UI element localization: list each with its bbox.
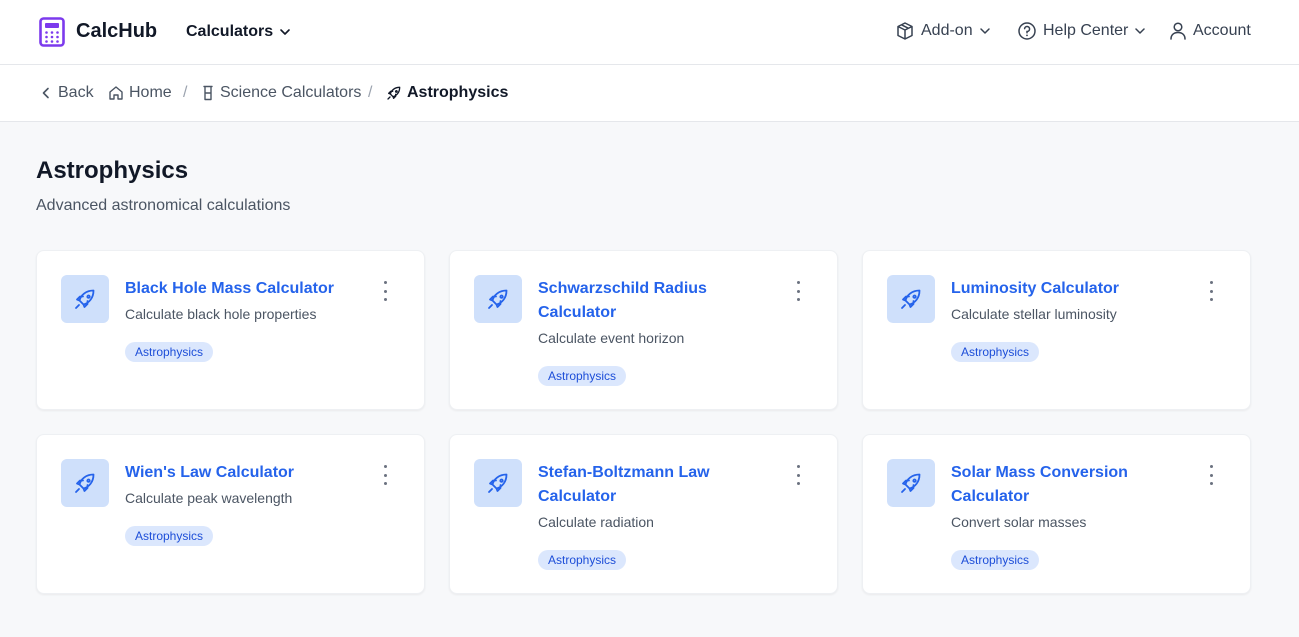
calculator-card[interactable]: Stefan-Boltzmann Law Calculator Calculat… <box>449 434 838 594</box>
rocket-icon <box>387 86 401 100</box>
category-tag: Astrophysics <box>125 342 214 362</box>
chevron-down-icon <box>979 28 990 34</box>
category-tag: Astrophysics <box>951 550 1040 570</box>
category-tag: Astrophysics <box>951 342 1040 362</box>
breadcrumb-home[interactable]: Home <box>108 84 172 102</box>
more-vertical-icon[interactable] <box>1205 281 1217 301</box>
chevron-down-icon <box>1135 28 1146 34</box>
account-menu[interactable]: Account <box>1169 21 1251 41</box>
card-title[interactable]: Schwarzschild Radius Calculator <box>538 277 758 325</box>
breadcrumb-current: Astrophysics <box>386 84 508 102</box>
breadcrumb-science[interactable]: Science Calculators <box>201 84 361 102</box>
chevron-left-icon <box>42 87 49 99</box>
breadcrumb-separator: / <box>183 84 188 101</box>
more-vertical-icon[interactable] <box>379 281 391 301</box>
help-center-label: Help Center <box>1043 22 1129 39</box>
back-label: Back <box>58 84 94 101</box>
calculator-card[interactable]: Black Hole Mass Calculator Calculate bla… <box>36 250 425 410</box>
rocket-icon <box>474 459 522 507</box>
card-title[interactable]: Luminosity Calculator <box>951 277 1171 301</box>
rocket-icon <box>61 275 109 323</box>
page-subtitle: Advanced astronomical calculations <box>36 197 291 214</box>
more-vertical-icon[interactable] <box>379 465 391 485</box>
help-center-menu[interactable]: Help Center <box>1017 21 1146 41</box>
calculators-menu[interactable]: Calculators <box>186 23 291 41</box>
card-description: Calculate stellar luminosity <box>951 306 1117 322</box>
category-tag: Astrophysics <box>125 526 214 546</box>
page-title: Astrophysics <box>36 157 189 184</box>
card-description: Calculate black hole properties <box>125 306 317 322</box>
calculator-card[interactable]: Wien's Law Calculator Calculate peak wav… <box>36 434 425 594</box>
card-title[interactable]: Stefan-Boltzmann Law Calculator <box>538 461 758 509</box>
card-description: Convert solar masses <box>951 514 1087 530</box>
more-vertical-icon[interactable] <box>1205 465 1217 485</box>
more-vertical-icon[interactable] <box>792 281 804 301</box>
card-description: Calculate event horizon <box>538 330 685 346</box>
category-tag: Astrophysics <box>538 366 627 386</box>
breadcrumb-current-label: Astrophysics <box>407 84 509 101</box>
card-title[interactable]: Black Hole Mass Calculator <box>125 277 345 301</box>
more-vertical-icon[interactable] <box>792 465 804 485</box>
rocket-icon <box>887 275 935 323</box>
breadcrumb: Back Home / Science Calculators / Astrop… <box>0 65 1299 122</box>
rocket-icon <box>61 459 109 507</box>
home-icon <box>109 86 123 100</box>
card-title[interactable]: Wien's Law Calculator <box>125 461 345 485</box>
chevron-down-icon <box>280 29 290 35</box>
addon-menu-label: Add-on <box>921 22 973 39</box>
user-icon <box>1170 22 1186 40</box>
rocket-icon <box>474 275 522 323</box>
beaker-icon <box>203 85 213 101</box>
calculator-card[interactable]: Schwarzschild Radius Calculator Calculat… <box>449 250 838 410</box>
breadcrumb-home-label: Home <box>129 84 172 101</box>
account-label: Account <box>1193 22 1251 39</box>
help-circle-icon <box>1018 22 1036 40</box>
card-title[interactable]: Solar Mass Conversion Calculator <box>951 461 1171 509</box>
back-link[interactable]: Back <box>39 84 94 102</box>
brand-name[interactable]: CalcHub <box>76 20 157 43</box>
breadcrumb-separator: / <box>368 84 373 101</box>
breadcrumb-science-label: Science Calculators <box>220 84 362 101</box>
calculator-card[interactable]: Luminosity Calculator Calculate stellar … <box>862 250 1251 410</box>
calculator-card[interactable]: Solar Mass Conversion Calculator Convert… <box>862 434 1251 594</box>
rocket-icon <box>887 459 935 507</box>
addon-menu[interactable]: Add-on <box>895 21 991 41</box>
package-icon <box>897 22 913 40</box>
calculators-menu-label: Calculators <box>186 23 274 40</box>
category-tag: Astrophysics <box>538 550 627 570</box>
card-description: Calculate radiation <box>538 514 654 530</box>
top-navbar: CalcHub Calculators Add-on Help Center A… <box>0 0 1299 65</box>
calculator-icon[interactable] <box>39 17 65 47</box>
card-description: Calculate peak wavelength <box>125 490 293 506</box>
